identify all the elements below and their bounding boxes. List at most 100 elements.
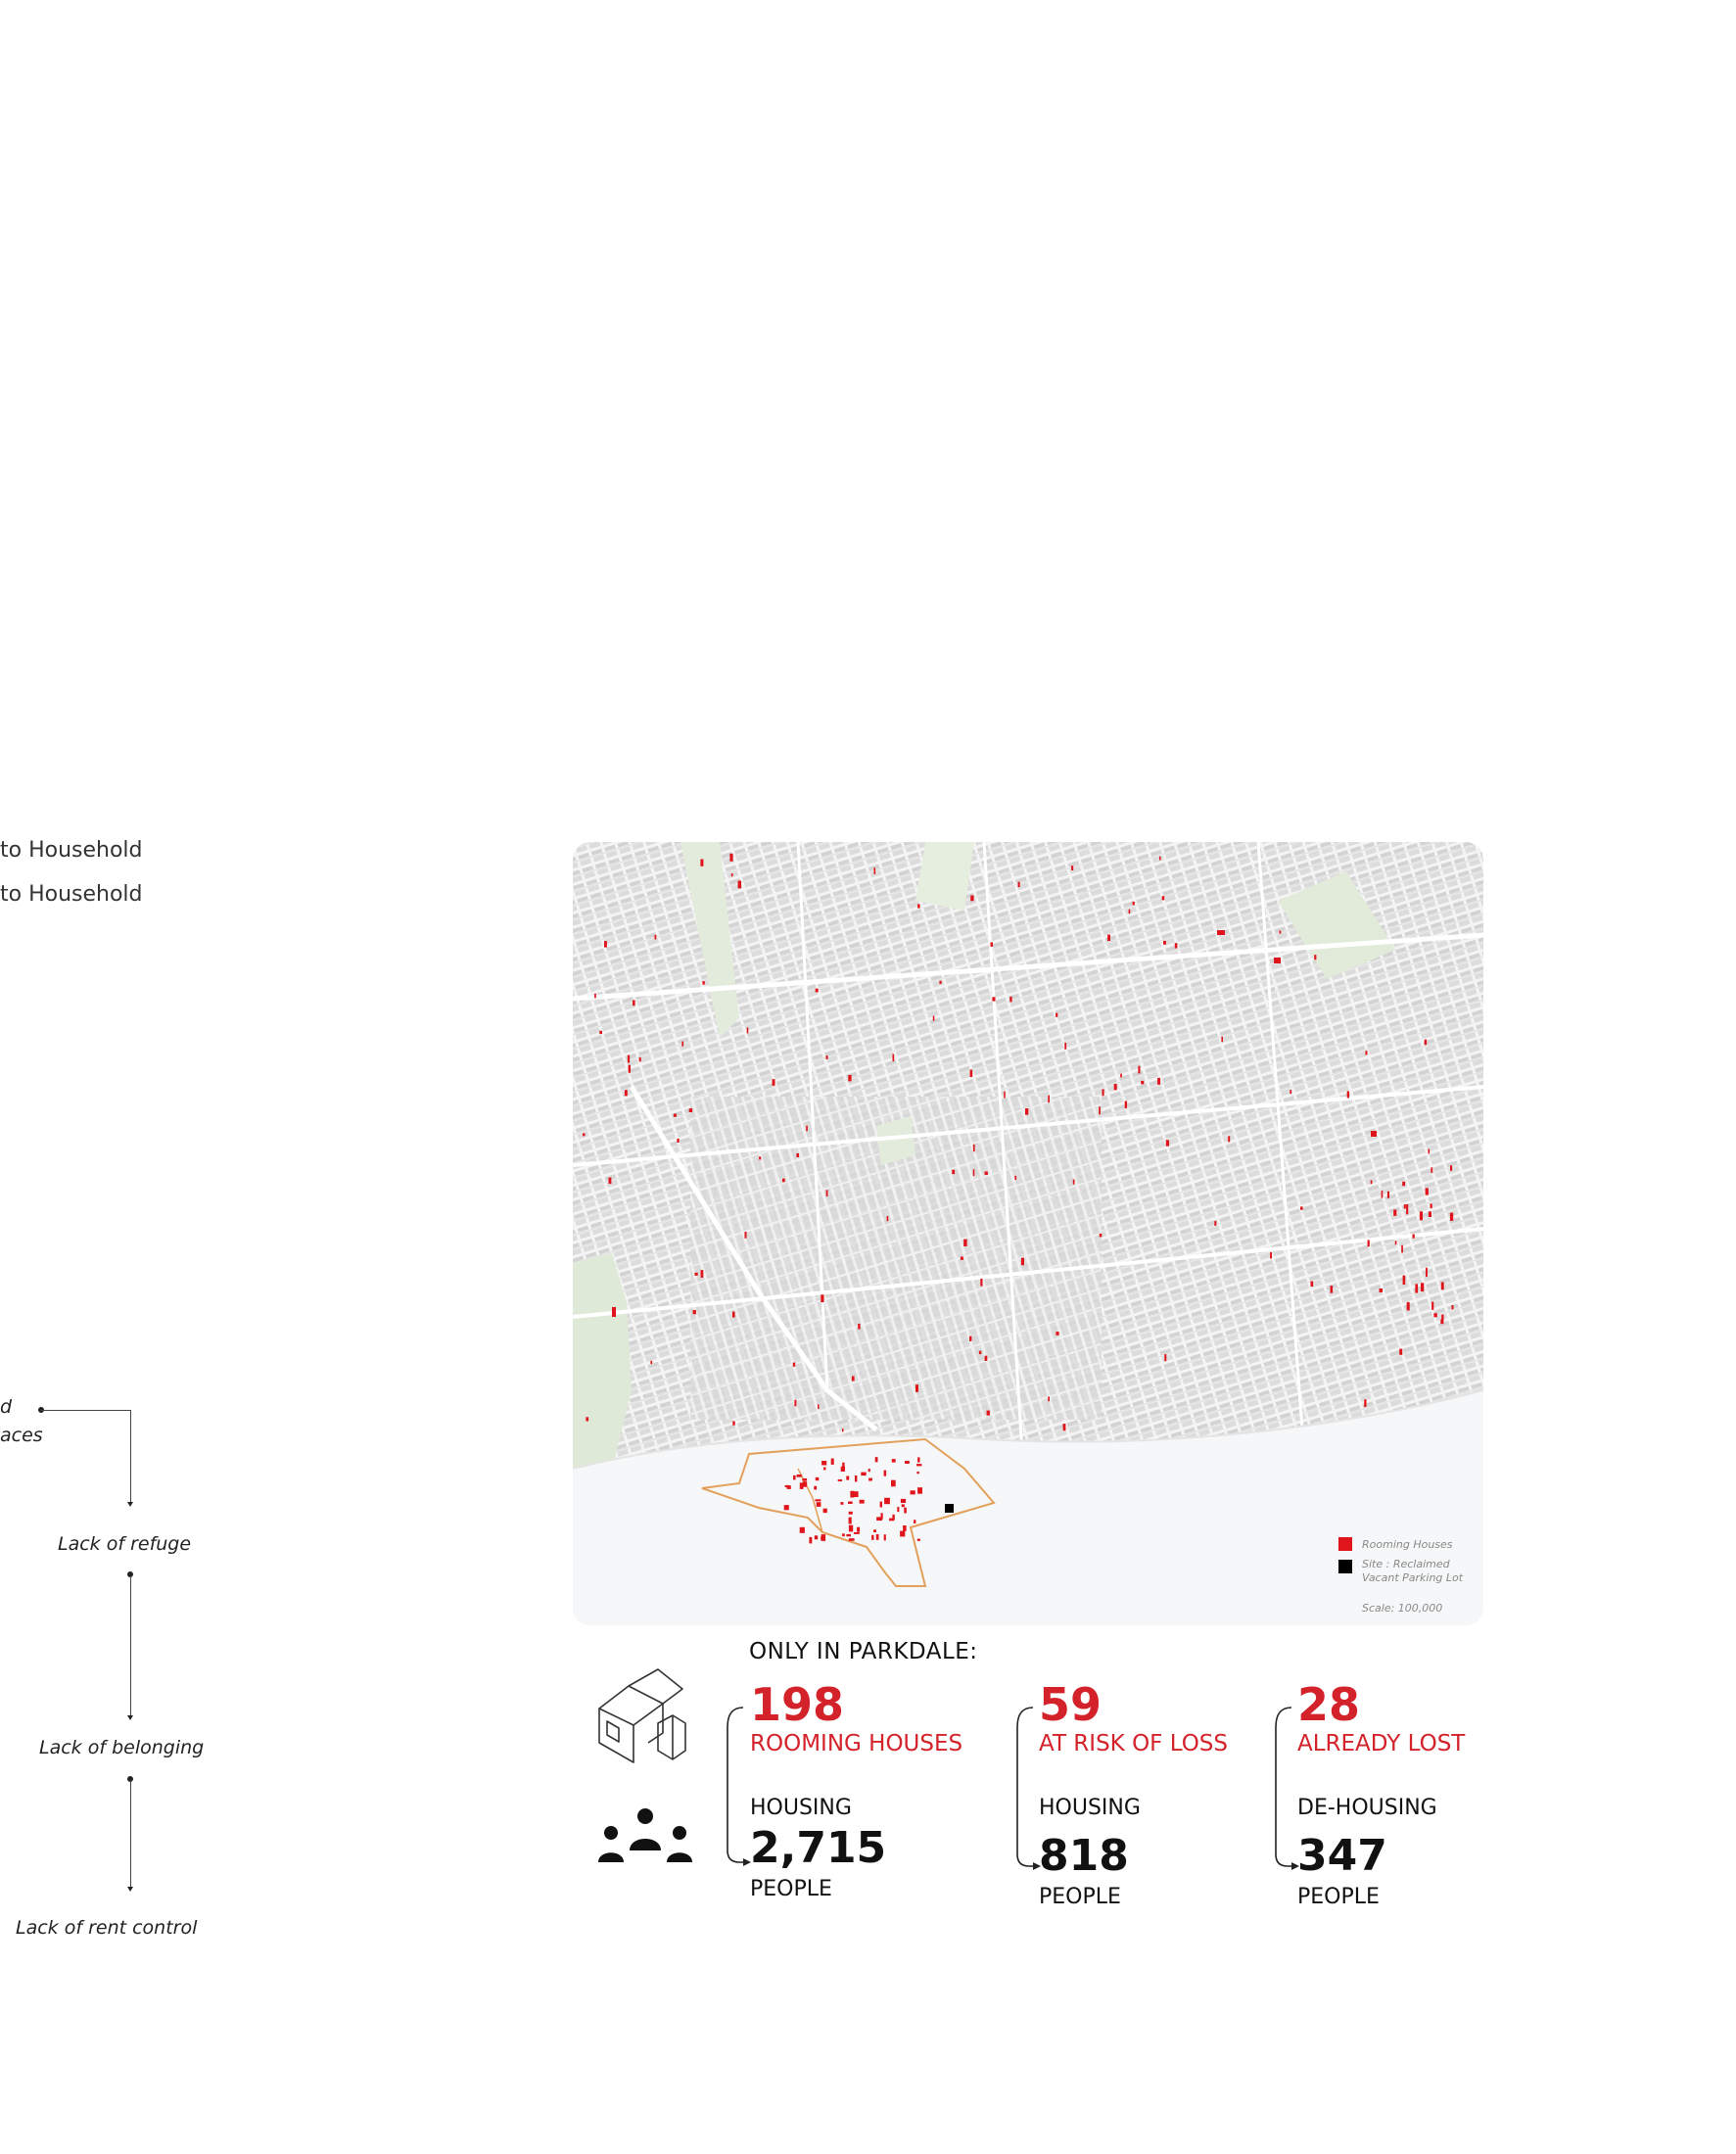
cause-lack-of-refuge: Lack of refuge	[58, 1533, 192, 1555]
rooming-house-marker	[873, 1529, 876, 1532]
stat-label: ROOMING HOUSES	[750, 1731, 963, 1756]
rooming-house-marker	[1379, 1288, 1383, 1292]
rooming-house-marker	[822, 1508, 827, 1514]
rooming-house-marker	[970, 895, 974, 902]
rooming-house-marker	[806, 1125, 808, 1132]
rooming-house-marker	[604, 941, 607, 948]
rooming-house-marker	[1025, 1108, 1029, 1115]
rooming-house-marker	[1415, 1284, 1419, 1293]
rooming-house-marker	[871, 1534, 874, 1540]
rooming-house-marker	[858, 1324, 861, 1330]
rooming-house-marker	[837, 1479, 843, 1481]
flow-arrow	[127, 1715, 133, 1720]
rooming-house-marker	[904, 1507, 907, 1514]
rooming-house-marker	[939, 980, 942, 984]
rooming-house-marker	[744, 1232, 747, 1239]
rooming-house-marker	[599, 1030, 602, 1035]
flow-arrow	[127, 1887, 133, 1892]
rooming-house-marker	[729, 853, 733, 862]
stat-sub-label: DE-HOUSING	[1297, 1796, 1437, 1820]
rooming-house-marker	[1402, 1181, 1406, 1187]
stat-label: ALREADY LOST	[1297, 1731, 1466, 1756]
rooming-house-marker	[1426, 1267, 1428, 1278]
rooming-house-marker	[1228, 1136, 1231, 1143]
rooming-house-marker	[1048, 1396, 1050, 1402]
rooming-house-marker	[848, 1517, 852, 1524]
rooming-house-marker	[848, 1524, 854, 1532]
rooming-house-marker	[1365, 1051, 1368, 1055]
rooming-house-marker	[1214, 1221, 1217, 1226]
rooming-house-marker	[772, 1079, 775, 1086]
rooming-house-marker	[900, 1530, 906, 1537]
rooming-house-marker	[917, 904, 920, 909]
rooming-house-marker	[1120, 1073, 1122, 1078]
rooming-house-marker	[809, 1536, 813, 1544]
rooming-house-marker	[1124, 1100, 1128, 1108]
legend-site-swatch	[1338, 1560, 1352, 1573]
rooming-house-marker	[848, 1074, 852, 1082]
rooming-house-marker	[784, 1484, 790, 1487]
rooming-house-marker	[891, 1479, 896, 1487]
rooming-house-marker	[654, 934, 657, 940]
rooming-house-marker	[846, 1475, 850, 1480]
rooming-house-marker	[1217, 930, 1225, 935]
rooming-house-marker	[608, 1177, 612, 1185]
rooming-house-marker	[1274, 958, 1281, 963]
rooming-house-marker	[897, 1507, 900, 1513]
rooming-house-marker	[586, 1417, 589, 1422]
stat-people: 347	[1297, 1831, 1387, 1881]
rooming-house-marker	[914, 1520, 916, 1523]
rooming-house-marker	[857, 1526, 861, 1532]
rooming-house-marker	[1314, 955, 1317, 960]
rooming-house-marker	[1161, 896, 1165, 901]
rooming-house-marker	[1399, 1348, 1403, 1355]
rooming-house-marker	[916, 1464, 922, 1467]
flow-line	[130, 1410, 131, 1503]
rooming-house-marker	[855, 1475, 858, 1482]
rooming-house-marker	[1270, 1251, 1272, 1259]
rooming-house-marker	[1099, 1233, 1103, 1238]
stat-people: 2,715	[750, 1823, 887, 1873]
rooming-house-marker	[850, 1490, 855, 1498]
rooming-house-marker	[1164, 1354, 1167, 1362]
stat-people: 818	[1039, 1831, 1129, 1881]
rooming-house-marker	[1425, 1188, 1429, 1195]
rooming-house-marker	[1370, 1180, 1373, 1185]
map-canvas	[573, 842, 1483, 1625]
rooming-house-marker	[984, 1171, 988, 1175]
people-icon	[598, 1808, 692, 1862]
rooming-house-marker	[1428, 1148, 1431, 1154]
rooming-house-marker	[1419, 1211, 1423, 1221]
rooming-house-marker	[821, 1461, 827, 1466]
rooming-house-marker	[792, 1362, 796, 1367]
stat-number: 59	[1039, 1678, 1103, 1731]
rooming-house-marker	[1157, 1077, 1161, 1085]
rooming-house-marker	[594, 993, 596, 999]
rooming-house-marker	[1102, 1089, 1104, 1097]
rooming-house-marker	[688, 1108, 693, 1112]
rooming-house-marker	[732, 1311, 735, 1318]
house-icon	[598, 1668, 686, 1763]
stat-people-label: PEOPLE	[1039, 1885, 1121, 1909]
rooming-house-marker	[910, 1490, 915, 1495]
rooming-house-marker	[1450, 1165, 1453, 1171]
rooming-house-marker	[1440, 1282, 1444, 1290]
rooming-house-marker	[783, 1505, 789, 1511]
rooming-house-marker	[905, 1461, 910, 1464]
rooming-house-marker	[1406, 1203, 1409, 1215]
rooming-house-marker	[650, 1360, 653, 1365]
rooming-house-marker	[848, 1538, 855, 1541]
rooming-house-marker	[1431, 1167, 1433, 1173]
rooming-house-marker	[830, 1458, 834, 1465]
cause-lack-of-rent-control: Lack of rent control	[16, 1917, 198, 1939]
rooming-house-marker	[673, 1113, 677, 1117]
rooming-house-marker	[1406, 1301, 1410, 1311]
rooming-house-marker	[1346, 1091, 1349, 1099]
rooming-house-marker	[814, 1485, 818, 1490]
rooming-house-marker	[1113, 1084, 1117, 1091]
rooming-house-marker	[746, 1027, 749, 1034]
rooming-house-marker	[917, 1457, 920, 1463]
rooming-house-marker	[1014, 1175, 1017, 1181]
rooming-house-marker	[1428, 1211, 1431, 1217]
rooming-house-marker	[1009, 996, 1012, 1003]
